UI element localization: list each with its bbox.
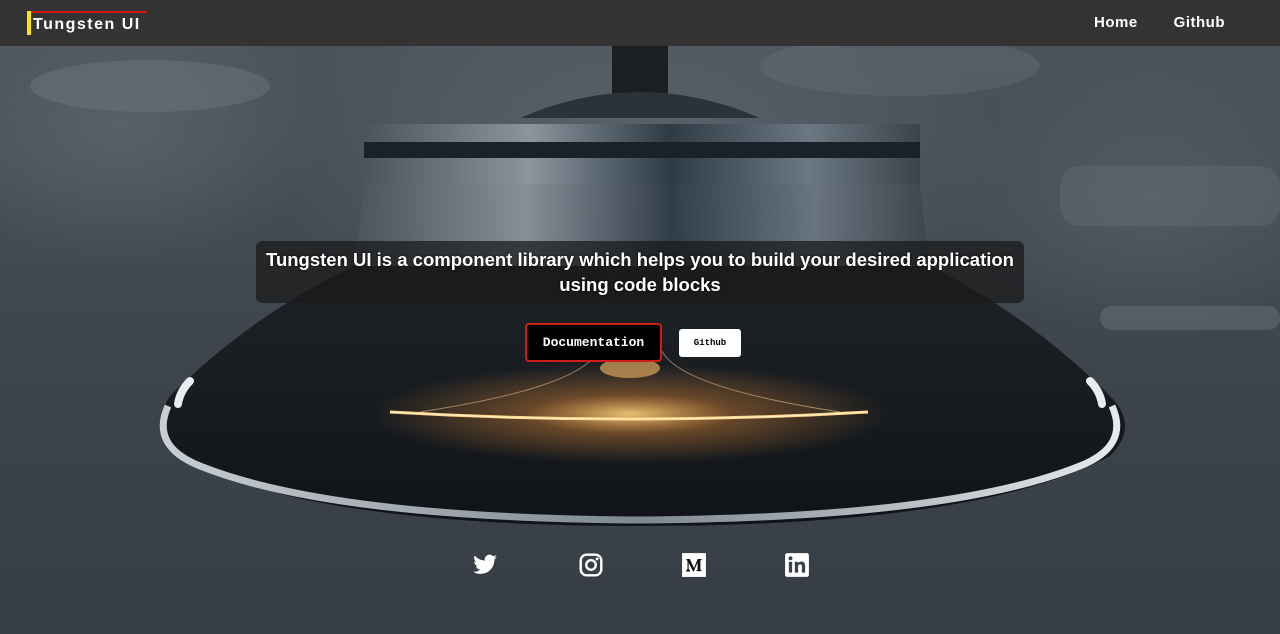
twitter-link[interactable] (472, 552, 498, 578)
linkedin-link[interactable] (784, 552, 810, 578)
hero-section: Tungsten UI is a component library which… (0, 46, 1280, 634)
linkedin-icon (785, 553, 809, 577)
navbar: Tungsten UI Home Github (0, 0, 1280, 46)
brand-title: Tungsten UI (33, 16, 141, 33)
instagram-link[interactable] (578, 552, 604, 578)
medium-link[interactable] (681, 552, 707, 578)
brand-logo[interactable]: Tungsten UI (27, 11, 147, 35)
instagram-icon (579, 553, 603, 577)
hero-headline: Tungsten UI is a component library which… (266, 249, 1014, 295)
social-links (0, 552, 1280, 578)
twitter-icon (473, 554, 497, 574)
nav-links: Home Github (1094, 14, 1225, 31)
github-button[interactable]: Github (679, 329, 741, 357)
brand-underline-accent (31, 11, 147, 13)
documentation-button[interactable]: Documentation (525, 323, 662, 362)
nav-link-home[interactable]: Home (1094, 14, 1138, 31)
headline-card: Tungsten UI is a component library which… (256, 241, 1024, 303)
medium-icon (682, 553, 706, 577)
nav-link-github[interactable]: Github (1174, 14, 1225, 31)
